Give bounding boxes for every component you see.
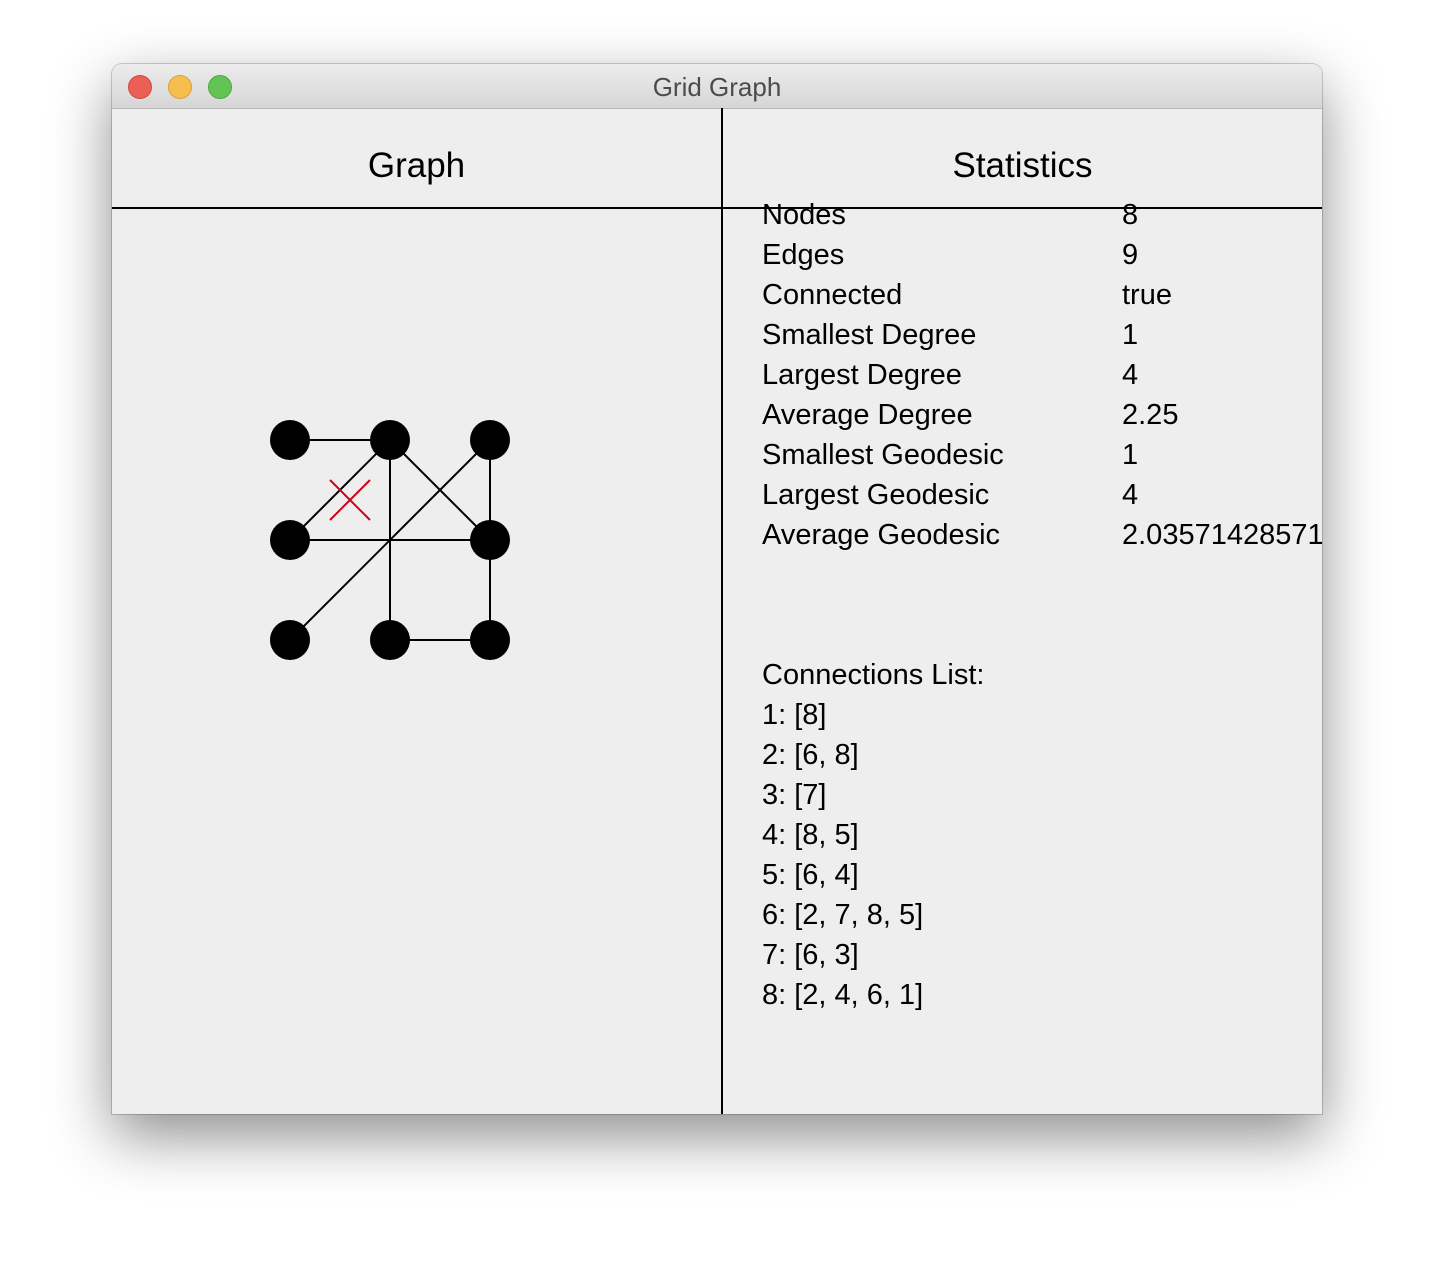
stat-label: Smallest Degree: [762, 319, 977, 351]
title-bar[interactable]: Grid Graph: [112, 64, 1322, 109]
graph-panel-header: Graph: [367, 146, 466, 185]
statistics-panel-header: Statistics: [952, 146, 1093, 185]
stat-label: Smallest Geodesic: [762, 439, 1004, 471]
graph-canvas[interactable]: [112, 209, 721, 1114]
stat-value: 2.25: [1122, 399, 1179, 431]
stat-row-smallest-geodesic: Smallest Geodesic 1: [762, 435, 1322, 475]
stat-label: Average Geodesic: [762, 519, 1001, 551]
list-item: 5: [6, 4]: [762, 859, 859, 891]
graph-node[interactable]: [270, 420, 310, 460]
stat-label: Average Degree: [762, 399, 973, 431]
graph-node[interactable]: [270, 520, 310, 560]
stat-value: 4: [1122, 479, 1139, 511]
window-title: Grid Graph: [652, 72, 782, 102]
list-item: 3: [7]: [762, 779, 827, 811]
stat-value: 4: [1122, 359, 1139, 391]
red-x-mark-icon: [329, 479, 371, 521]
stat-label: Nodes: [762, 199, 846, 231]
stat-row-smallest-degree: Smallest Degree 1: [762, 315, 1322, 355]
stat-label: Edges: [762, 239, 845, 271]
stat-row-edges: Edges 9: [762, 235, 1322, 275]
list-item: 1: [8]: [762, 699, 827, 731]
stat-value: 1: [1122, 319, 1139, 351]
panel-divider: [721, 108, 723, 1114]
connections-list-title: Connections List:: [762, 659, 985, 691]
connections-list: 1: [8] 2: [6, 8] 3: [7] 4: [8, 5] 5: [6,…: [762, 695, 923, 1015]
stat-value: 2.03571428571: [1122, 519, 1322, 551]
graph-node[interactable]: [470, 620, 510, 660]
list-item: 8: [2, 4, 6, 1]: [762, 979, 924, 1011]
stat-label: Connected: [762, 279, 903, 311]
stat-row-connected: Connected true: [762, 275, 1322, 315]
list-item: 6: [2, 7, 8, 5]: [762, 899, 924, 931]
stat-value: 8: [1122, 199, 1139, 231]
stat-row-average-degree: Average Degree 2.25: [762, 395, 1322, 435]
graph-edges: [289, 439, 491, 641]
stat-row-largest-degree: Largest Degree 4: [762, 355, 1322, 395]
app-window: Grid Graph Graph Statistics Nodes 8 Edge…: [112, 64, 1322, 1114]
graph-node[interactable]: [470, 520, 510, 560]
stat-label: Largest Geodesic: [762, 479, 990, 511]
statistics-table: Nodes 8 Edges 9 Connected true Smallest …: [762, 195, 1322, 555]
stat-value: 1: [1122, 439, 1139, 471]
graph-node[interactable]: [370, 420, 410, 460]
stat-row-largest-geodesic: Largest Geodesic 4: [762, 475, 1322, 515]
stat-value: true: [1122, 279, 1172, 311]
stat-value: 9: [1122, 239, 1139, 271]
list-item: 7: [6, 3]: [762, 939, 859, 971]
stat-row-average-geodesic: Average Geodesic 2.03571428571: [762, 515, 1322, 555]
list-item: 4: [8, 5]: [762, 819, 859, 851]
stat-row-nodes: Nodes 8: [762, 195, 1322, 235]
stat-label: Largest Degree: [762, 359, 962, 391]
list-item: 2: [6, 8]: [762, 739, 859, 771]
graph-node[interactable]: [470, 420, 510, 460]
graph-node[interactable]: [270, 620, 310, 660]
graph-node[interactable]: [370, 620, 410, 660]
